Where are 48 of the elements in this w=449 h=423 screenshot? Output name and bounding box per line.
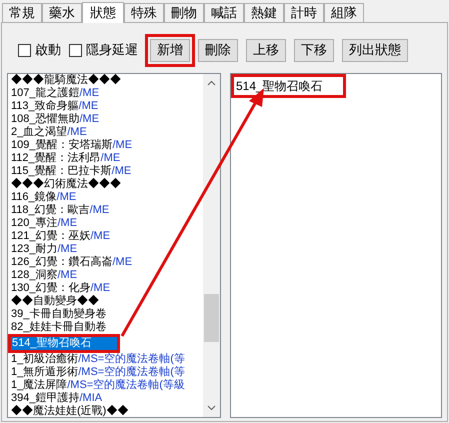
list-item[interactable]: 130_幻覺：化身/ME xyxy=(10,282,203,295)
scroll-down-icon[interactable] xyxy=(207,405,216,411)
scroll-up-icon[interactable] xyxy=(207,80,216,86)
list-item[interactable]: 1_魔法屏障/MS=空的魔法卷軸(等級 xyxy=(10,379,203,392)
tab[interactable]: 組隊 xyxy=(324,3,364,22)
list-item[interactable]: 39_卡冊自動變身卷 xyxy=(10,308,203,321)
tab[interactable]: 刪物 xyxy=(164,3,204,22)
list-item[interactable]: 123_耐力/ME xyxy=(10,243,203,256)
checkbox-label: 啟動 xyxy=(35,41,61,60)
list-item[interactable]: 108_恐懼無助/ME xyxy=(10,113,203,126)
action-button[interactable]: 刪除 xyxy=(198,38,238,62)
list-item[interactable]: ◆◆魔法娃娃(近戰)◆◆ xyxy=(10,405,203,417)
list-item[interactable]: 107_龍之護鎧/ME xyxy=(10,87,203,100)
action-button[interactable]: 新增 xyxy=(150,38,190,62)
list-item[interactable]: 126_幻覺：鑽石高崙/ME xyxy=(10,256,203,269)
list-item[interactable]: 1_初級治癒術/MS=空的魔法卷軸(等 xyxy=(10,353,203,366)
list-item[interactable]: 514_聖物召喚石 xyxy=(8,334,120,353)
action-button[interactable]: 下移 xyxy=(294,38,334,62)
tab[interactable]: 喊話 xyxy=(204,3,244,22)
list-item[interactable]: 394_鎧甲護持/MIA xyxy=(10,392,203,405)
checkbox[interactable] xyxy=(18,44,31,56)
checkbox[interactable] xyxy=(69,44,82,56)
list-item[interactable]: 116_鏡像/ME xyxy=(10,191,203,204)
tab[interactable]: 特殊 xyxy=(124,3,164,22)
list-item[interactable]: 120_專注/ME xyxy=(10,217,203,230)
list-item[interactable]: 112_覺醒：法利昂/ME xyxy=(10,152,203,165)
tab[interactable]: 熱鍵 xyxy=(244,3,284,22)
tab[interactable]: 常規 xyxy=(2,3,42,22)
list-item[interactable]: 2_血之渴望/ME xyxy=(10,126,203,139)
list-item[interactable]: ◆◆◆幻術魔法◆◆◆ xyxy=(10,178,203,191)
list-item[interactable]: 115_覺醒：巴拉卡斯/ME xyxy=(10,165,203,178)
tab[interactable]: 計時 xyxy=(284,3,324,22)
tab[interactable]: 狀態 xyxy=(82,2,124,23)
list-item[interactable]: 109_覺醒：安塔瑞斯/ME xyxy=(10,139,203,152)
scroll-thumb[interactable] xyxy=(204,294,219,342)
list-item[interactable]: 128_洞察/ME xyxy=(10,269,203,282)
action-button[interactable]: 列出狀態 xyxy=(342,38,408,62)
list-item[interactable]: ◆◆◆龍騎魔法◆◆◆ xyxy=(10,74,203,87)
action-button[interactable]: 上移 xyxy=(246,38,286,62)
list-item[interactable]: 82_娃娃卡冊自動卷 xyxy=(10,321,203,334)
list-item[interactable]: 121_幻覺：巫妖/ME xyxy=(10,230,203,243)
list-item[interactable]: 113_致命身軀/ME xyxy=(10,100,203,113)
list-item[interactable]: 118_幻覺：歐吉/ME xyxy=(10,204,203,217)
scrollbar[interactable] xyxy=(203,74,220,417)
list-item[interactable]: ◆◆自動變身◆◆ xyxy=(10,295,203,308)
tab[interactable]: 藥水 xyxy=(42,3,82,22)
checkbox-label: 隱身延遲 xyxy=(86,41,138,60)
list-item[interactable]: 1_無所遁形術/MS=空的魔法卷軸(等 xyxy=(10,366,203,379)
